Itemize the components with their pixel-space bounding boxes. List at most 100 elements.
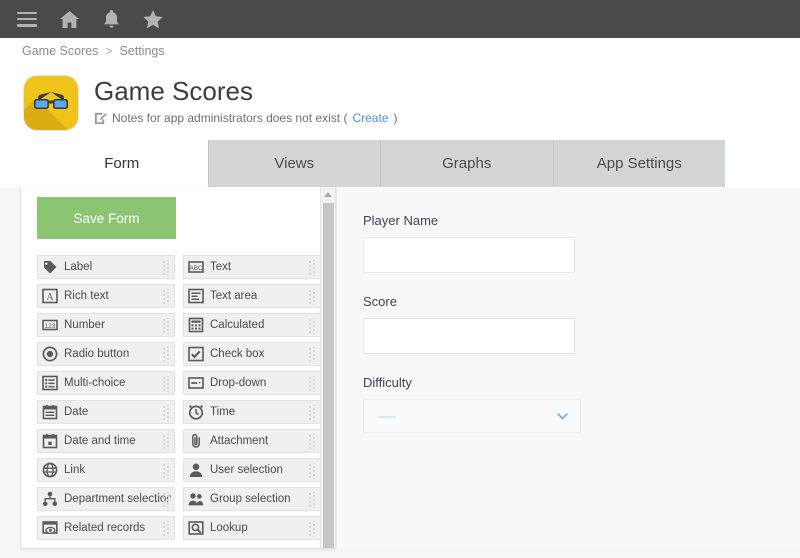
- glasses-app-icon: [24, 76, 78, 130]
- palette-item-label-text: Label: [64, 261, 93, 273]
- drag-grip-icon[interactable]: [162, 260, 171, 276]
- palette-item-date-and-time[interactable]: Date and time: [37, 429, 175, 453]
- difficulty-label: Difficulty: [363, 375, 412, 390]
- drag-grip-icon[interactable]: [162, 492, 171, 508]
- palette-item-label[interactable]: Label: [37, 255, 175, 279]
- palette-item-label-text: Drop-down: [210, 377, 267, 389]
- tab-form[interactable]: Form: [36, 140, 209, 187]
- drag-grip-icon[interactable]: [162, 376, 171, 392]
- palette-item-radio-button[interactable]: Radio button: [37, 342, 175, 366]
- page-title: Game Scores: [94, 76, 253, 106]
- breadcrumb-item-settings[interactable]: Settings: [119, 44, 164, 58]
- star-icon[interactable]: [132, 0, 174, 38]
- palette-item-department-selection[interactable]: Department selection: [37, 487, 175, 511]
- calculator-icon: [188, 317, 204, 333]
- abc-text-icon: ABC: [188, 261, 204, 273]
- palette-scrollbar[interactable]: [320, 187, 335, 548]
- radio-button-icon: [42, 346, 58, 362]
- group-users-icon: [188, 493, 204, 506]
- palette-item-label-text: User selection: [210, 464, 283, 476]
- palette-item-label-text: Time: [210, 406, 236, 418]
- create-notes-link[interactable]: Create: [352, 111, 388, 125]
- palette-item-label-text: Check box: [210, 348, 265, 360]
- drag-grip-icon[interactable]: [162, 434, 171, 450]
- drag-grip-icon[interactable]: [162, 347, 171, 363]
- palette-item-text[interactable]: ABC Text: [183, 255, 321, 279]
- save-form-button[interactable]: Save Form: [37, 197, 176, 239]
- drag-grip-icon[interactable]: [162, 463, 171, 479]
- bell-icon[interactable]: [90, 0, 132, 38]
- drag-grip-icon[interactable]: [308, 318, 317, 334]
- tab-views[interactable]: Views: [208, 140, 381, 187]
- player-name-label: Player Name: [363, 213, 439, 228]
- score-label: Score: [363, 294, 397, 309]
- palette-item-calculated[interactable]: Calculated: [183, 313, 321, 337]
- text-area-icon: [188, 288, 204, 304]
- palette-item-group-selection[interactable]: Group selection: [183, 487, 321, 511]
- palette-item-related-records[interactable]: Related records: [37, 516, 175, 540]
- hamburger-menu-icon[interactable]: [6, 0, 48, 38]
- palette-item-label-text: Department selection: [64, 493, 171, 505]
- tab-app-settings-label: App Settings: [596, 155, 682, 172]
- palette-item-label-text: Related records: [64, 522, 146, 534]
- drag-grip-icon[interactable]: [308, 260, 317, 276]
- form-field-score: Score: [363, 294, 800, 354]
- rich-text-icon: A: [42, 288, 58, 304]
- tab-graphs[interactable]: Graphs: [381, 140, 554, 187]
- drag-grip-icon[interactable]: [162, 521, 171, 537]
- top-navigation-bar: [0, 0, 800, 38]
- palette-item-drop-down[interactable]: Drop-down: [183, 371, 321, 395]
- palette-item-lookup[interactable]: Lookup: [183, 516, 321, 540]
- drag-grip-icon[interactable]: [308, 347, 317, 363]
- palette-item-user-selection[interactable]: User selection: [183, 458, 321, 482]
- palette-item-rich-text[interactable]: A Rich text: [37, 284, 175, 308]
- note-edit-icon: [94, 112, 107, 124]
- app-header: Game Scores Notes for app administrators…: [0, 64, 800, 140]
- tag-icon: [43, 261, 57, 274]
- scroll-up-arrow-icon[interactable]: [324, 192, 332, 197]
- field-type-grid: Label ABC Text A Rich text Text area 123…: [37, 255, 321, 540]
- palette-item-link[interactable]: Link: [37, 458, 175, 482]
- drag-grip-icon[interactable]: [162, 318, 171, 334]
- palette-item-label-text: Link: [64, 464, 86, 476]
- palette-item-time[interactable]: Time: [183, 400, 321, 424]
- drop-down-icon: [188, 377, 204, 389]
- palette-item-text-area[interactable]: Text area: [183, 284, 321, 308]
- tab-strip-container: Form Views Graphs App Settings: [0, 140, 800, 187]
- svg-text:ABC: ABC: [189, 265, 203, 272]
- app-notes-text: Notes for app administrators does not ex…: [112, 111, 348, 125]
- tab-graphs-label: Graphs: [442, 155, 492, 172]
- palette-item-label-text: Number: [64, 319, 105, 331]
- palette-item-multi-choice[interactable]: Multi-choice: [37, 371, 175, 395]
- home-icon[interactable]: [48, 0, 90, 38]
- drag-grip-icon[interactable]: [162, 405, 171, 421]
- breadcrumb-item-app[interactable]: Game Scores: [22, 44, 98, 58]
- drag-grip-icon[interactable]: [308, 521, 317, 537]
- drag-grip-icon[interactable]: [308, 492, 317, 508]
- drag-grip-icon[interactable]: [308, 376, 317, 392]
- difficulty-field[interactable]: -----: [363, 399, 581, 433]
- palette-item-number[interactable]: 123 Number: [37, 313, 175, 337]
- score-field[interactable]: [363, 318, 575, 354]
- drag-grip-icon[interactable]: [308, 405, 317, 421]
- scrollbar-thumb[interactable]: [323, 203, 334, 548]
- drag-grip-icon[interactable]: [308, 289, 317, 305]
- drag-grip-icon[interactable]: [308, 463, 317, 479]
- drag-grip-icon[interactable]: [162, 289, 171, 305]
- drag-grip-icon[interactable]: [308, 434, 317, 450]
- number-123-icon: 123: [42, 319, 58, 331]
- player-name-field[interactable]: [363, 237, 575, 273]
- palette-item-label-text: Date: [64, 406, 89, 418]
- palette-item-attachment[interactable]: Attachment: [183, 429, 321, 453]
- palette-item-label-text: Calculated: [210, 319, 265, 331]
- user-icon: [189, 463, 203, 477]
- tab-app-settings[interactable]: App Settings: [553, 140, 725, 187]
- palette-item-label-text: Group selection: [210, 493, 291, 505]
- svg-text:123: 123: [45, 323, 56, 330]
- palette-item-label-text: Rich text: [64, 290, 109, 302]
- multi-choice-icon: [42, 375, 58, 391]
- palette-item-date[interactable]: Date: [37, 400, 175, 424]
- field-palette-panel: Save Form Label ABC Text A Rich text Tex…: [20, 187, 336, 549]
- palette-item-check-box[interactable]: Check box: [183, 342, 321, 366]
- form-builder-workarea: Save Form Label ABC Text A Rich text Tex…: [0, 187, 800, 549]
